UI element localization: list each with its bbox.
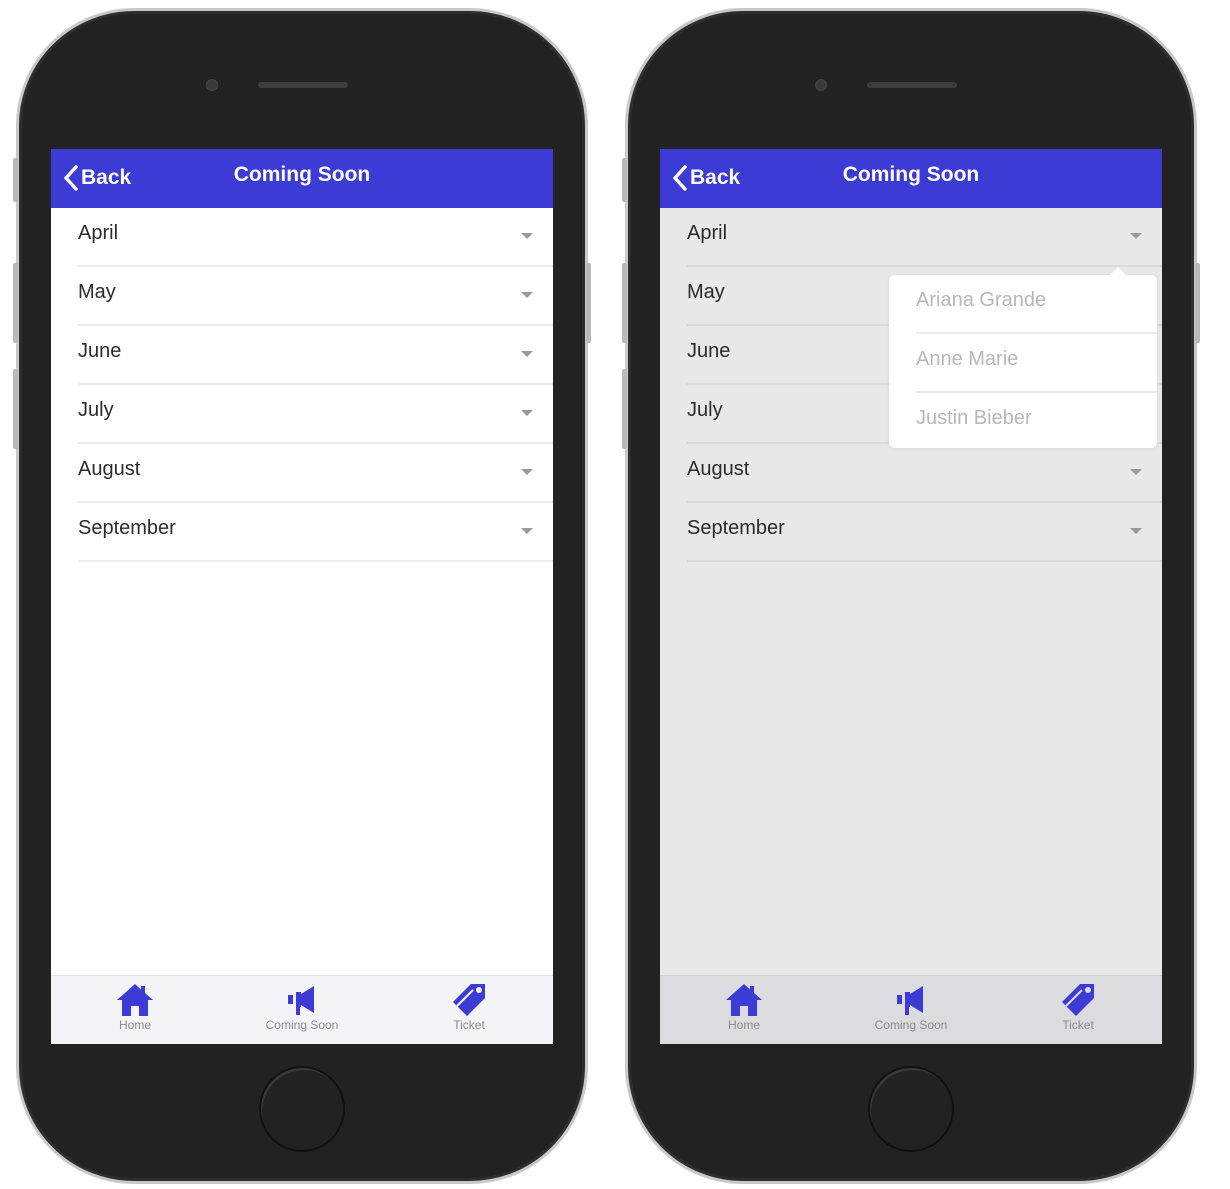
month-label: May bbox=[687, 281, 725, 303]
page-title: Coming Soon bbox=[233, 163, 371, 186]
popover-item-label: Anne Marie bbox=[916, 348, 1019, 370]
popover-item-ariana-grande[interactable]: Ariana Grande bbox=[916, 275, 1157, 334]
volume-up-button bbox=[622, 263, 627, 343]
month-label: April bbox=[687, 222, 728, 244]
tab-label: Ticket bbox=[453, 1018, 485, 1032]
tab-label: Coming Soon bbox=[874, 1018, 948, 1032]
month-label: June bbox=[78, 340, 122, 362]
caret-down-icon bbox=[521, 528, 533, 534]
tab-ticket[interactable]: Ticket bbox=[409, 980, 529, 1032]
megaphone-icon bbox=[897, 986, 923, 1015]
tab-ticket[interactable]: Ticket bbox=[1018, 980, 1138, 1032]
mute-switch bbox=[622, 158, 627, 202]
volume-down-button bbox=[13, 369, 18, 449]
bottom-tab-bar: Home Coming Soon Ticket bbox=[660, 975, 1162, 1044]
screen-months-list: Back Coming Soon April May June July Aug… bbox=[51, 149, 553, 1044]
month-label: September bbox=[687, 517, 785, 539]
month-row-august[interactable]: August bbox=[78, 444, 553, 503]
power-button bbox=[1195, 263, 1200, 343]
month-label: May bbox=[78, 281, 116, 303]
phone-frame-left: Back Coming Soon April May June July Aug… bbox=[13, 8, 591, 1184]
page-title: Coming Soon bbox=[842, 163, 980, 186]
volume-down-button bbox=[622, 369, 627, 449]
popover-item-justin-bieber[interactable]: Justin Bieber bbox=[916, 393, 1157, 452]
caret-down-icon bbox=[521, 351, 533, 357]
caret-down-icon bbox=[1130, 528, 1142, 534]
home-hardware-button[interactable] bbox=[259, 1066, 345, 1152]
month-row-june[interactable]: June bbox=[78, 326, 553, 385]
caret-down-icon bbox=[1130, 233, 1142, 239]
tab-label: Coming Soon bbox=[265, 1018, 339, 1032]
month-row-april[interactable]: April bbox=[78, 208, 553, 267]
ticket-icon bbox=[453, 984, 485, 1016]
power-button bbox=[586, 263, 591, 343]
nav-header: Back Coming Soon bbox=[51, 149, 553, 208]
ticket-icon bbox=[1062, 984, 1094, 1016]
front-camera bbox=[815, 79, 827, 91]
month-label: June bbox=[687, 340, 731, 362]
caret-down-icon bbox=[521, 292, 533, 298]
month-row-september[interactable]: September bbox=[687, 503, 1162, 562]
earpiece-speaker bbox=[258, 82, 348, 88]
tab-label: Ticket bbox=[1062, 1018, 1094, 1032]
tab-coming-soon[interactable]: Coming Soon bbox=[242, 980, 362, 1032]
tab-home[interactable]: Home bbox=[75, 980, 195, 1032]
popover-item-label: Ariana Grande bbox=[916, 289, 1047, 311]
tab-label: Home bbox=[727, 1018, 760, 1032]
month-row-may[interactable]: May bbox=[78, 267, 553, 326]
caret-down-icon bbox=[521, 233, 533, 239]
month-row-april[interactable]: April bbox=[687, 208, 1162, 267]
month-row-july[interactable]: July bbox=[78, 385, 553, 444]
earpiece-speaker bbox=[867, 82, 957, 88]
bottom-tab-bar: Home Coming Soon Ticket bbox=[51, 975, 553, 1044]
month-row-september[interactable]: September bbox=[78, 503, 553, 562]
month-label: August bbox=[687, 458, 750, 480]
caret-down-icon bbox=[521, 469, 533, 475]
month-label: August bbox=[78, 458, 141, 480]
month-row-august[interactable]: August bbox=[687, 444, 1162, 503]
home-hardware-button[interactable] bbox=[868, 1066, 954, 1152]
front-camera bbox=[206, 79, 218, 91]
home-icon bbox=[726, 984, 762, 1016]
tab-coming-soon[interactable]: Coming Soon bbox=[851, 980, 971, 1032]
month-label: July bbox=[78, 399, 114, 421]
megaphone-icon bbox=[288, 986, 314, 1015]
screen-months-list-popover: Back Coming Soon April May June July Aug… bbox=[660, 149, 1162, 1044]
popover-item-label: Justin Bieber bbox=[916, 407, 1032, 429]
caret-down-icon bbox=[521, 410, 533, 416]
popover-item-anne-marie[interactable]: Anne Marie bbox=[916, 334, 1157, 393]
months-list: April May June July August September bbox=[51, 208, 553, 562]
home-icon bbox=[117, 984, 153, 1016]
artist-popover: Ariana Grande Anne Marie Justin Bieber bbox=[889, 267, 1157, 448]
caret-down-icon bbox=[1130, 469, 1142, 475]
tab-label: Home bbox=[118, 1018, 151, 1032]
mute-switch bbox=[13, 158, 18, 202]
month-label: September bbox=[78, 517, 176, 539]
tab-home[interactable]: Home bbox=[684, 980, 804, 1032]
volume-up-button bbox=[13, 263, 18, 343]
month-label: July bbox=[687, 399, 723, 421]
phone-frame-right: Back Coming Soon April May June July Aug… bbox=[622, 8, 1200, 1184]
month-label: April bbox=[78, 222, 119, 244]
nav-header: Back Coming Soon bbox=[660, 149, 1162, 208]
